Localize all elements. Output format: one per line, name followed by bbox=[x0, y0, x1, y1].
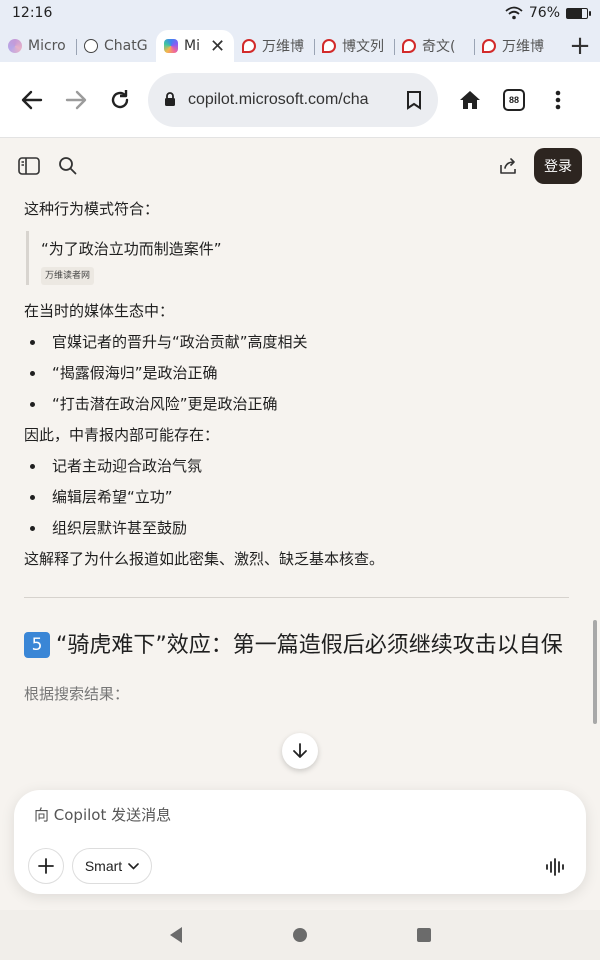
media-points-list: 官媒记者的晋升与“政治贡献”高度相关 “揭露假海归”是政治正确 “打击潜在政治风… bbox=[24, 330, 569, 416]
close-tab-icon[interactable]: ✕ bbox=[210, 36, 225, 57]
message-composer: Smart bbox=[14, 790, 586, 894]
tab-microsoft[interactable]: Micro bbox=[0, 30, 76, 62]
tab-wanwei-3[interactable]: 奇文( bbox=[394, 30, 474, 62]
wanwei-icon bbox=[402, 39, 416, 53]
tab-wanwei-4[interactable]: 万维博 bbox=[474, 30, 552, 62]
status-time: 12:16 bbox=[12, 5, 53, 21]
menu-button[interactable] bbox=[536, 78, 580, 122]
citation-source-link[interactable]: 万维读者网 bbox=[41, 267, 95, 285]
intro-text: 这种行为模式符合： bbox=[24, 200, 160, 218]
conclusion-text: 这解释了为什么报道如此密集、激烈、缺乏基本核查。 bbox=[24, 550, 385, 568]
copilot-header: 登录 bbox=[0, 139, 600, 193]
scroll-to-bottom-button[interactable] bbox=[282, 733, 318, 769]
nav-back-icon[interactable] bbox=[168, 926, 184, 944]
new-tab-button[interactable]: + bbox=[560, 30, 600, 62]
citation-quote: “为了政治立功而制造案件” 万维读者网 bbox=[26, 231, 569, 285]
media-intro-text: 在当时的媒体生态中： bbox=[24, 302, 175, 320]
tab-copilot-active[interactable]: Mi ✕ bbox=[156, 30, 234, 62]
tab-wanwei-1[interactable]: 万维博 bbox=[234, 30, 314, 62]
share-icon[interactable] bbox=[498, 156, 518, 176]
reload-button[interactable] bbox=[98, 78, 142, 122]
chevron-down-icon bbox=[128, 862, 139, 870]
search-icon[interactable] bbox=[58, 156, 78, 176]
add-attachment-button[interactable] bbox=[28, 848, 64, 884]
tab-label: Micro bbox=[28, 38, 66, 54]
wanwei-icon bbox=[322, 39, 336, 53]
plus-icon bbox=[38, 858, 54, 874]
tab-label: Mi bbox=[184, 38, 200, 54]
wanwei-icon bbox=[242, 39, 256, 53]
back-button[interactable] bbox=[10, 78, 54, 122]
forward-arrow-icon bbox=[65, 90, 87, 109]
system-navigation-bar bbox=[0, 910, 600, 960]
chatgpt-icon bbox=[84, 39, 98, 53]
tab-label: ChatG bbox=[104, 38, 148, 54]
url-text: copilot.microsoft.com/cha bbox=[188, 90, 369, 108]
back-arrow-icon bbox=[21, 90, 43, 109]
number-five-emoji: 5 bbox=[24, 632, 50, 658]
therefore-text: 因此，中青报内部可能存在： bbox=[24, 426, 220, 444]
list-item: 组织层默许甚至鼓励 bbox=[24, 516, 569, 540]
browser-toolbar: copilot.microsoft.com/cha 88 bbox=[0, 62, 600, 138]
list-item: 编辑层希望“立功” bbox=[24, 485, 569, 509]
microsoft-start-icon bbox=[8, 39, 22, 53]
login-button[interactable]: 登录 bbox=[534, 148, 582, 184]
chat-response: 这种行为模式符合： “为了政治立功而制造案件” 万维读者网 在当时的媒体生态中：… bbox=[24, 193, 569, 788]
mode-label: Smart bbox=[84, 858, 123, 874]
nav-home-icon[interactable] bbox=[292, 927, 308, 943]
section-title: “骑虎难下”效应：第一篇造假后必须继续攻击以自保 bbox=[56, 633, 563, 658]
forward-button[interactable] bbox=[54, 78, 98, 122]
tab-strip: Micro ChatG Mi ✕ 万维博 博文列 奇文( 万维博 + bbox=[0, 26, 600, 62]
home-icon bbox=[460, 90, 480, 109]
list-item: “揭露假海归”是政治正确 bbox=[24, 361, 569, 385]
nav-recents-icon[interactable] bbox=[416, 927, 432, 943]
message-input[interactable] bbox=[34, 806, 534, 824]
voice-waveform-icon bbox=[546, 858, 564, 876]
list-item: “打击潜在政治风险”更是政治正确 bbox=[24, 392, 569, 416]
mode-selector[interactable]: Smart bbox=[72, 848, 152, 884]
battery-level bbox=[567, 8, 583, 18]
sidebar-toggle-icon[interactable] bbox=[18, 157, 40, 175]
status-bar: 12:16 76% bbox=[0, 0, 600, 26]
battery-percent: 76% bbox=[528, 5, 560, 21]
scrollbar-thumb[interactable] bbox=[593, 620, 597, 724]
wanwei-icon bbox=[482, 39, 496, 53]
tab-label: 万维博 bbox=[262, 39, 304, 55]
battery-icon bbox=[566, 7, 591, 19]
lock-icon bbox=[165, 92, 175, 106]
address-bar[interactable]: copilot.microsoft.com/cha bbox=[148, 72, 438, 127]
list-item: 记者主动迎合政治气氛 bbox=[24, 454, 569, 478]
section-divider bbox=[24, 597, 569, 598]
more-vertical-icon bbox=[555, 90, 561, 109]
reload-icon bbox=[111, 89, 129, 108]
tab-label: 奇文( bbox=[422, 39, 456, 55]
tab-label: 博文列 bbox=[342, 39, 384, 55]
arrow-down-icon bbox=[293, 743, 307, 758]
internal-points-list: 记者主动迎合政治气氛 编辑层希望“立功” 组织层默许甚至鼓励 bbox=[24, 454, 569, 540]
wifi-icon bbox=[505, 6, 523, 20]
list-item: 官媒记者的晋升与“政治贡献”高度相关 bbox=[24, 330, 569, 354]
tab-switcher-button[interactable]: 88 bbox=[492, 78, 536, 122]
copilot-icon bbox=[164, 39, 178, 53]
tab-chatgpt[interactable]: ChatG bbox=[76, 30, 156, 62]
voice-input-button[interactable] bbox=[540, 852, 570, 882]
search-note-text: 根据搜索结果： bbox=[24, 684, 130, 703]
tab-wanwei-2[interactable]: 博文列 bbox=[314, 30, 394, 62]
tab-count-icon: 88 bbox=[503, 88, 525, 111]
section-heading: 5 “骑虎难下”效应：第一篇造假后必须继续攻击以自保 bbox=[24, 630, 569, 662]
quote-text: “为了政治立功而制造案件” bbox=[41, 240, 222, 258]
bookmark-icon[interactable] bbox=[406, 90, 422, 110]
home-button[interactable] bbox=[448, 78, 492, 122]
tab-label: 万维博 bbox=[502, 39, 544, 55]
